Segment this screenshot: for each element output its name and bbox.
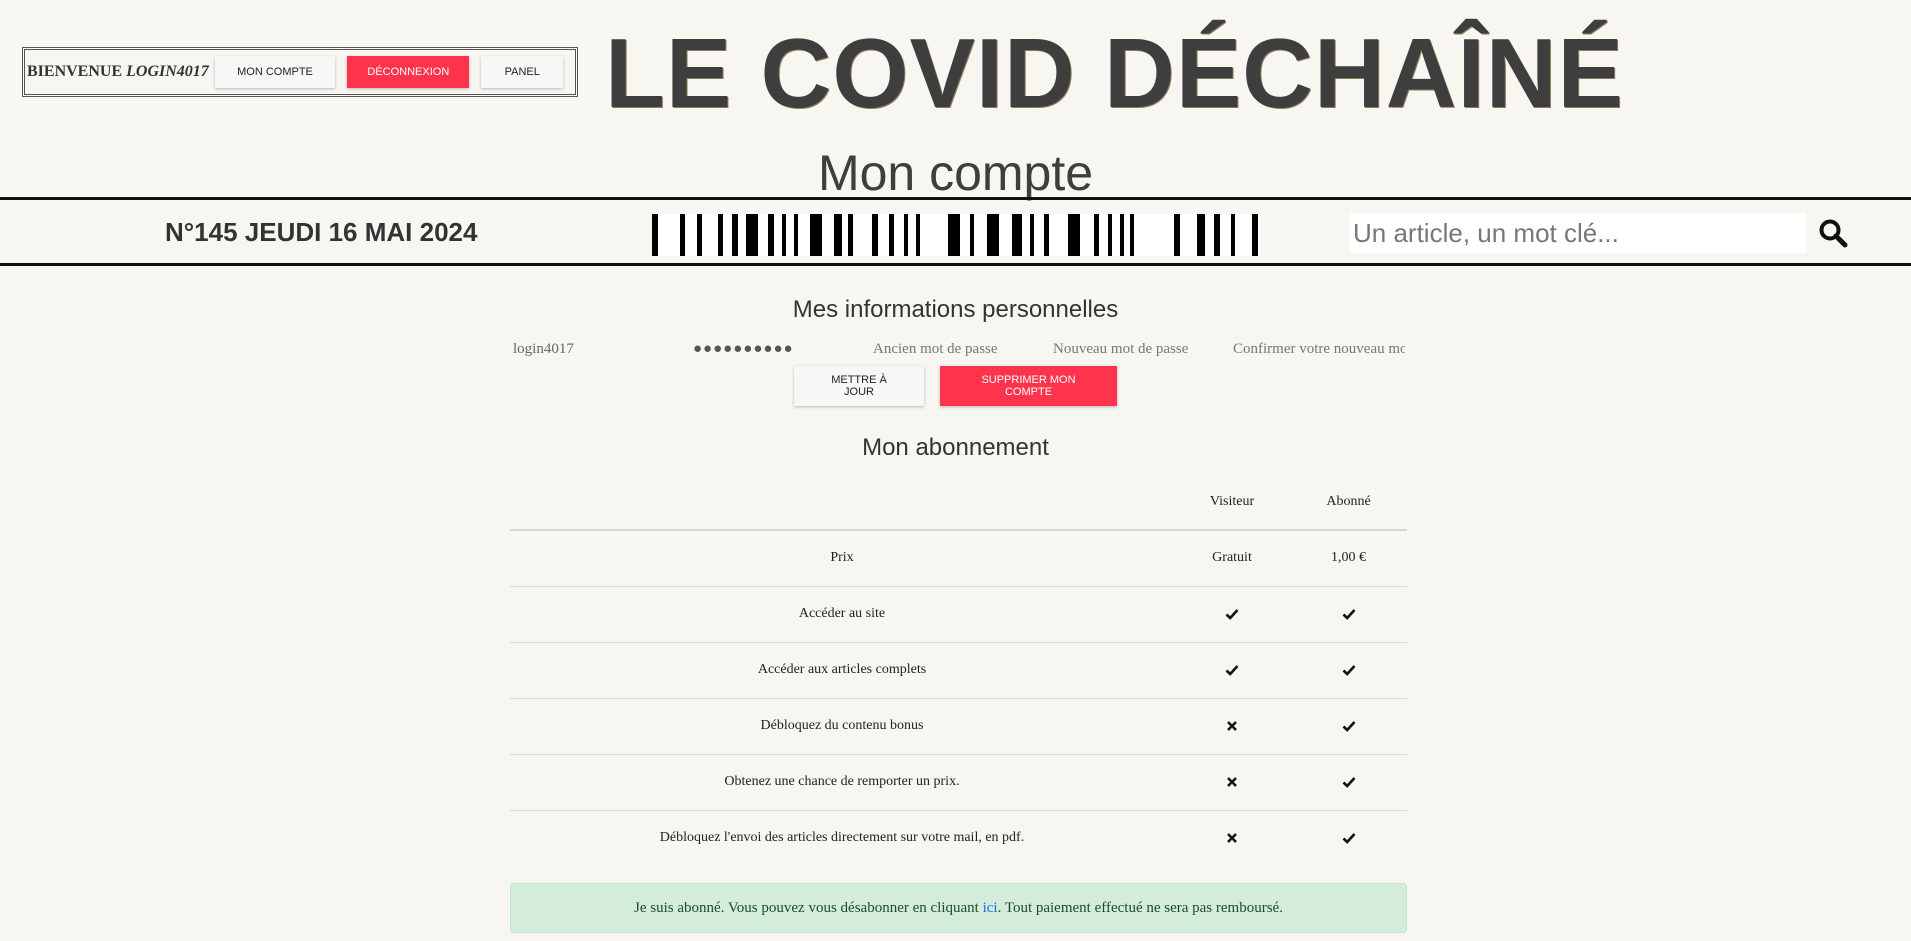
subscriber-cell xyxy=(1290,641,1407,698)
barcode-image xyxy=(652,214,1260,256)
subscription-table-body: Prix Gratuit 1,00 € Accéder au site Accéder … xyxy=(510,530,1407,866)
issue-date: N°145 JEUDI 16 MAI 2024 xyxy=(165,217,478,247)
table-row: Prix Gratuit 1,00 € xyxy=(510,530,1407,586)
visitor-cell xyxy=(1174,753,1290,810)
cross-icon xyxy=(1227,720,1237,731)
visitor-cell: Gratuit xyxy=(1212,550,1252,566)
subscription-table: Visiteur Abonné Prix Gratuit 1,00 € Accéder… xyxy=(510,474,1407,866)
issue-info-bar: N°145 JEUDI 16 MAI 2024 xyxy=(0,197,1911,266)
personal-info-title: Mes informations personnelles xyxy=(792,296,1119,323)
check-icon xyxy=(1225,608,1239,620)
subscriber-cell xyxy=(1290,585,1407,642)
feature-cell: Accéder aux articles complets xyxy=(510,641,1174,698)
table-row: Accéder aux articles complets xyxy=(510,641,1407,698)
cross-icon xyxy=(1227,833,1237,843)
visitor-cell xyxy=(1174,697,1290,754)
new-password-field[interactable] xyxy=(1052,338,1232,360)
login-field[interactable] xyxy=(512,338,692,360)
table-row: Accéder au site xyxy=(510,585,1407,642)
newspaper-masthead[interactable]: LE COVID DÉCHAÎNÉ xyxy=(605,10,1624,137)
column-header-feature xyxy=(510,474,1174,531)
subscriber-cell: 1,00 € xyxy=(1331,550,1366,566)
confirm-password-field[interactable] xyxy=(1232,338,1405,360)
account-button[interactable]: MON COMPTE xyxy=(214,56,336,88)
check-icon xyxy=(1342,664,1355,676)
subscription-status-alert: Je suis abonné. Vous pouvez vous désabon… xyxy=(510,883,1407,933)
alert-text-start: Je suis abonné. Vous pouvez vous désabon… xyxy=(634,900,983,916)
subscription-title: Mon abonnement xyxy=(862,434,1049,461)
unsubscribe-link[interactable]: ici xyxy=(983,900,998,916)
table-header-row: Visiteur Abonné xyxy=(510,474,1407,531)
visitor-cell xyxy=(1174,809,1290,866)
column-header-subscriber: Abonné xyxy=(1290,474,1407,531)
welcome-prefix: BIENVENUE xyxy=(27,63,123,80)
feature-cell: Débloquez l'envoi des articles directeme… xyxy=(510,809,1174,866)
feature-cell: Obtenez une chance de remporter un prix. xyxy=(510,753,1174,810)
alert-text-end: . Tout paiement effectué ne sera pas rem… xyxy=(997,900,1283,916)
table-row: Débloquez l'envoi des articles directeme… xyxy=(510,809,1407,866)
subscriber-cell xyxy=(1290,809,1407,866)
old-password-field[interactable] xyxy=(872,338,1052,360)
subscriber-cell xyxy=(1290,697,1407,754)
personal-info-form xyxy=(512,338,1405,360)
cross-icon xyxy=(1227,776,1237,787)
feature-cell: Débloquez du contenu bonus xyxy=(510,697,1174,754)
panel-button[interactable]: PANEL xyxy=(481,56,563,88)
feature-cell: Accéder au site xyxy=(510,585,1174,642)
check-icon xyxy=(1225,664,1239,676)
check-icon xyxy=(1342,720,1355,732)
search-icon[interactable] xyxy=(1818,218,1848,248)
current-password-field[interactable] xyxy=(692,338,872,360)
account-actions: METTRE À JOUR SUPPRIMER MON COMPTE xyxy=(0,366,1911,406)
logout-button[interactable]: DÉCONNEXION xyxy=(347,56,470,88)
table-row: Obtenez une chance de remporter un prix. xyxy=(510,753,1407,810)
welcome-text: BIENVENUE LOGIN4017 xyxy=(27,63,209,81)
visitor-cell xyxy=(1174,585,1290,642)
column-header-visitor: Visiteur xyxy=(1174,474,1290,531)
check-icon xyxy=(1342,608,1355,620)
table-row: Débloquez du contenu bonus xyxy=(510,697,1407,754)
delete-account-button[interactable]: SUPPRIMER MON COMPTE xyxy=(940,366,1117,406)
search-input[interactable] xyxy=(1350,213,1806,253)
user-panel: BIENVENUE LOGIN4017 MON COMPTE DÉCONNEXI… xyxy=(22,47,578,97)
feature-cell: Prix xyxy=(830,550,854,566)
username: LOGIN4017 xyxy=(126,63,209,80)
update-button[interactable]: METTRE À JOUR xyxy=(794,366,924,406)
subscriber-cell xyxy=(1290,753,1407,810)
visitor-cell xyxy=(1174,641,1290,698)
check-icon xyxy=(1342,833,1355,844)
page-title: Mon compte xyxy=(817,145,1094,201)
check-icon xyxy=(1342,776,1355,788)
